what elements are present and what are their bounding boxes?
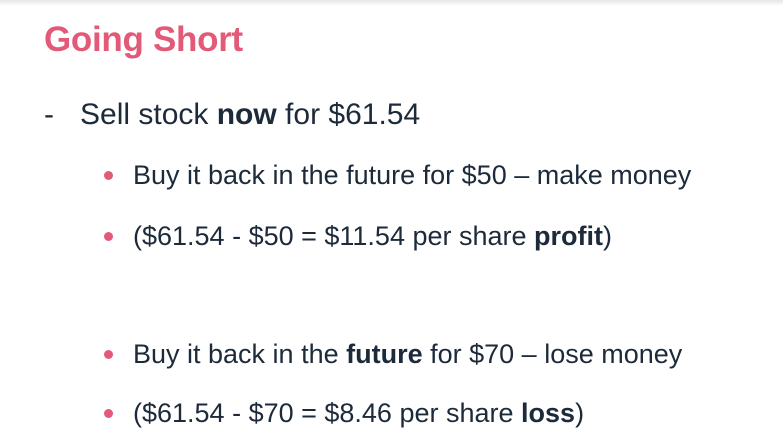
bullet-text-pre: Buy it back in the future for $50 – make… <box>133 160 692 190</box>
bullet-text-bold: loss <box>521 398 576 428</box>
bullet-text-bold: profit <box>534 221 604 251</box>
bullet-dot-icon <box>104 409 113 418</box>
main-point-text-bold: now <box>216 98 277 131</box>
main-point: - Sell stock now for $61.54 <box>44 98 420 132</box>
main-point-text-post: for $61.54 <box>276 98 421 131</box>
bullet-text-post: ) <box>603 221 613 251</box>
bullet-text-pre: ($61.54 - $70 = $8.46 per share <box>133 398 522 428</box>
top-edge-shadow <box>0 0 783 6</box>
dash-marker: - <box>44 98 54 131</box>
bullet-text-post: for $70 – lose money <box>422 339 683 369</box>
bullet-text-pre: Buy it back in the <box>133 339 347 369</box>
bullet-dot-icon <box>104 350 113 359</box>
slide-title: Going Short <box>44 20 243 59</box>
bullet-dot-icon <box>104 232 113 241</box>
bullet-text-pre: ($61.54 - $50 = $11.54 per share <box>133 221 535 251</box>
bullet-loss-calc: ($61.54 - $70 = $8.46 per share loss) <box>104 398 584 429</box>
bullet-profit-calc: ($61.54 - $50 = $11.54 per share profit) <box>104 221 612 252</box>
bullet-make-money: Buy it back in the future for $50 – make… <box>104 160 691 191</box>
bullet-lose-money: Buy it back in the future for $70 – lose… <box>104 339 682 370</box>
main-point-text-pre: Sell stock <box>80 98 217 131</box>
bullet-dot-icon <box>104 171 113 180</box>
bullet-text-bold: future <box>346 339 423 369</box>
bullet-text-post: ) <box>575 398 585 428</box>
